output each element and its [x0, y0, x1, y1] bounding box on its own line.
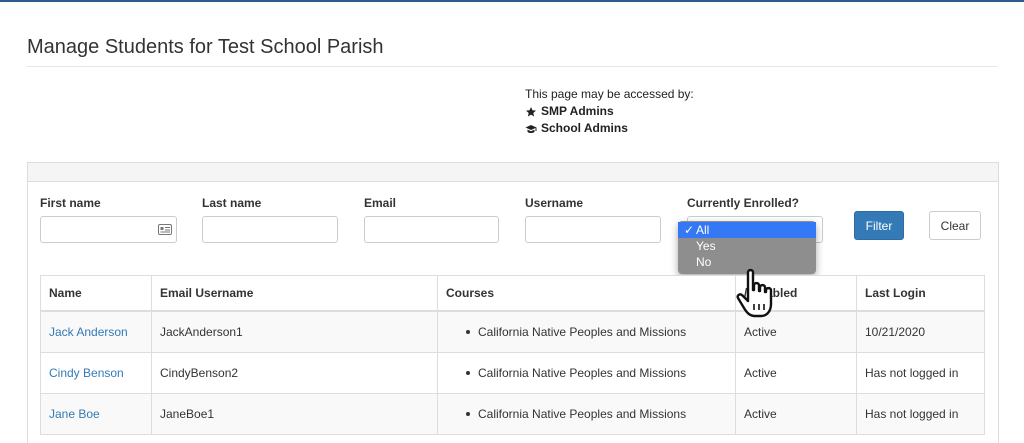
first-name-label: First name	[40, 196, 101, 210]
table-row: Jane Boe JaneBoe1 California Native Peop…	[40, 393, 985, 435]
table-header-row: Name Email Username Courses /Disabled La…	[40, 275, 985, 312]
student-name-link[interactable]: Jack Anderson	[49, 325, 128, 339]
page-title: Manage Students for Test School Parish	[27, 36, 384, 58]
student-username: JaneBoe1	[151, 393, 438, 435]
column-header-email-username[interactable]: Email Username	[151, 275, 438, 312]
email-input[interactable]	[364, 216, 499, 243]
access-role-smp: SMP Admins	[525, 103, 694, 120]
clear-button[interactable]: Clear	[929, 211, 981, 240]
enrolled-option-all[interactable]: ✓ All	[678, 222, 816, 238]
column-header-courses[interactable]: Courses	[437, 275, 736, 312]
enrolled-label: Currently Enrolled?	[687, 196, 800, 210]
contact-card-icon	[158, 224, 172, 235]
bullet-icon	[466, 330, 470, 334]
top-accent-bar	[0, 0, 1024, 2]
enrolled-dropdown-menu: ✓ All Yes No	[678, 221, 816, 274]
students-table: Name Email Username Courses /Disabled La…	[40, 275, 985, 435]
bullet-icon	[466, 371, 470, 375]
student-course: California Native Peoples and Missions	[478, 407, 687, 421]
student-last-login: Has not logged in	[856, 352, 985, 394]
panel-heading	[28, 163, 998, 182]
bullet-icon	[466, 412, 470, 416]
enrolled-option-yes[interactable]: Yes	[678, 238, 816, 254]
graduation-cap-icon	[525, 124, 537, 133]
access-role-label: School Admins	[541, 121, 628, 135]
hand-pointer-icon	[736, 268, 773, 318]
student-name-link[interactable]: Cindy Benson	[49, 366, 124, 380]
student-name-link[interactable]: Jane Boe	[49, 407, 100, 421]
access-note: This page may be accessed by: SMP Admins…	[525, 86, 694, 137]
student-last-login: 10/21/2020	[856, 310, 985, 353]
student-course: California Native Peoples and Missions	[478, 325, 687, 339]
access-note-text: This page may be accessed by:	[525, 87, 694, 101]
access-role-label: SMP Admins	[541, 104, 614, 118]
student-status: Active	[735, 393, 857, 435]
student-course: California Native Peoples and Missions	[478, 366, 687, 380]
first-name-input[interactable]	[40, 216, 177, 243]
filter-button[interactable]: Filter	[854, 211, 904, 240]
last-name-input[interactable]	[202, 216, 338, 243]
username-input[interactable]	[525, 216, 661, 243]
table-row: Cindy Benson CindyBenson2 California Nat…	[40, 352, 985, 394]
student-status: Active	[735, 352, 857, 394]
student-last-login: Has not logged in	[856, 393, 985, 435]
access-role-school: School Admins	[525, 120, 694, 137]
last-name-label: Last name	[202, 196, 262, 210]
table-row: Jack Anderson JackAnderson1 California N…	[40, 310, 985, 353]
star-icon	[526, 106, 536, 116]
checkmark-icon: ✓	[684, 223, 695, 237]
title-divider	[27, 66, 997, 67]
student-username: JackAnderson1	[151, 310, 438, 353]
email-label: Email	[364, 196, 397, 210]
student-username: CindyBenson2	[151, 352, 438, 394]
column-header-name[interactable]: Name	[40, 275, 152, 312]
username-label: Username	[525, 196, 584, 210]
column-header-last-login[interactable]: Last Login	[856, 275, 985, 312]
